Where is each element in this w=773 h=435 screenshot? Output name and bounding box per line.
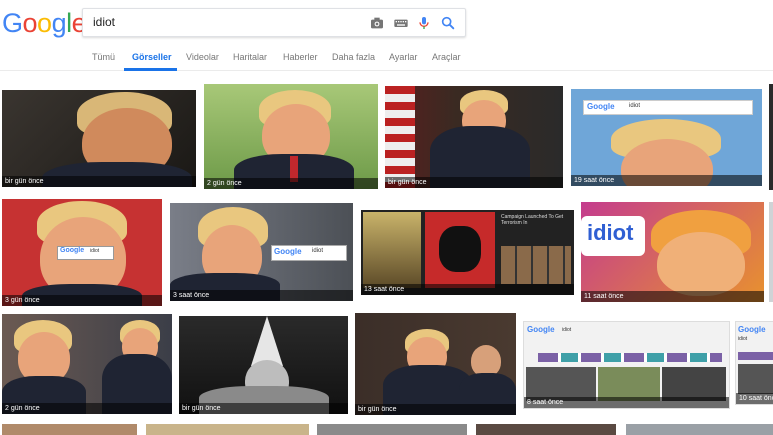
overlay-word: idiot xyxy=(587,220,634,245)
keyboard-icon[interactable] xyxy=(393,15,409,31)
image-result[interactable]: idiot 11 saat önce xyxy=(581,202,764,302)
result-age: 8 saat önce xyxy=(524,397,729,408)
active-tab-indicator xyxy=(124,68,177,71)
search-icon[interactable] xyxy=(440,15,456,31)
image-result[interactable]: Google idiot 10 saat önce xyxy=(735,321,773,405)
image-result[interactable]: 2 gün önce xyxy=(2,314,172,414)
image-result[interactable]: Google idiot 3 saat önce xyxy=(170,203,353,301)
result-age: 2 gün önce xyxy=(204,178,378,189)
result-age: 10 saat önce xyxy=(736,393,773,404)
image-result-partial[interactable] xyxy=(146,424,309,435)
tab-news[interactable]: Haberler xyxy=(283,52,318,62)
image-result[interactable]: bir gün önce xyxy=(179,316,348,414)
image-result-partial[interactable] xyxy=(476,424,616,435)
overlay-query: idiot xyxy=(562,327,572,333)
overlay-headline: Campaign Launched To Get Terrorism In xyxy=(501,214,564,226)
image-result[interactable]: Google idiot 8 saat önce xyxy=(523,321,730,409)
logo-letter: o xyxy=(37,8,52,38)
result-age: 11 saat önce xyxy=(581,291,764,302)
result-age: 19 saat önce xyxy=(571,175,762,186)
tab-more[interactable]: Daha fazla xyxy=(332,52,375,62)
tab-images[interactable]: Görseller xyxy=(132,52,172,62)
result-age: 3 saat önce xyxy=(170,290,353,301)
google-logo[interactable]: Google xyxy=(2,8,87,39)
tab-maps[interactable]: Haritalar xyxy=(233,52,267,62)
tab-tools[interactable]: Araçlar xyxy=(432,52,461,62)
microphone-icon[interactable] xyxy=(416,15,432,31)
logo-letter: o xyxy=(22,8,38,38)
image-result[interactable]: bir gün önce xyxy=(2,90,196,187)
search-box[interactable] xyxy=(82,8,466,37)
search-input[interactable] xyxy=(93,14,343,30)
result-age: 3 gün önce xyxy=(2,295,162,306)
image-result[interactable]: bir gün önce xyxy=(385,86,563,188)
image-result-partial[interactable] xyxy=(769,202,773,302)
image-result[interactable]: Campaign Launched To Get Terrorism In 13… xyxy=(361,210,574,295)
tab-all[interactable]: Tümü xyxy=(92,52,115,62)
result-age: bir gün önce xyxy=(2,176,196,187)
tab-videos[interactable]: Videolar xyxy=(186,52,219,62)
search-tabs: Tümü Görseller Videolar Haritalar Haberl… xyxy=(0,40,773,71)
result-age: bir gün önce xyxy=(179,403,348,414)
tab-settings[interactable]: Ayarlar xyxy=(389,52,417,62)
result-age: 13 saat önce xyxy=(361,284,574,295)
result-age: bir gün önce xyxy=(385,177,563,188)
image-result-partial[interactable] xyxy=(626,424,773,435)
image-result[interactable]: Google idiot 3 gün önce xyxy=(2,199,162,306)
image-result[interactable]: bir gün önce xyxy=(355,313,516,415)
overlay-query: idiot xyxy=(312,248,324,254)
overlay-query: idiot xyxy=(629,103,641,109)
result-age: 2 gün önce xyxy=(2,403,172,414)
image-result[interactable]: 2 gün önce xyxy=(204,84,378,189)
image-result-partial[interactable] xyxy=(769,84,773,190)
overlay-query: idiot xyxy=(90,248,100,254)
overlay-query: idiot xyxy=(738,336,748,342)
image-result-partial[interactable] xyxy=(2,424,137,435)
logo-letter: g xyxy=(51,8,67,38)
result-age: bir gün önce xyxy=(355,404,516,415)
camera-icon[interactable] xyxy=(369,15,385,31)
image-result-partial[interactable] xyxy=(317,424,467,435)
logo-letter: G xyxy=(2,8,23,38)
image-result[interactable]: Google idiot 19 saat önce xyxy=(571,89,762,186)
